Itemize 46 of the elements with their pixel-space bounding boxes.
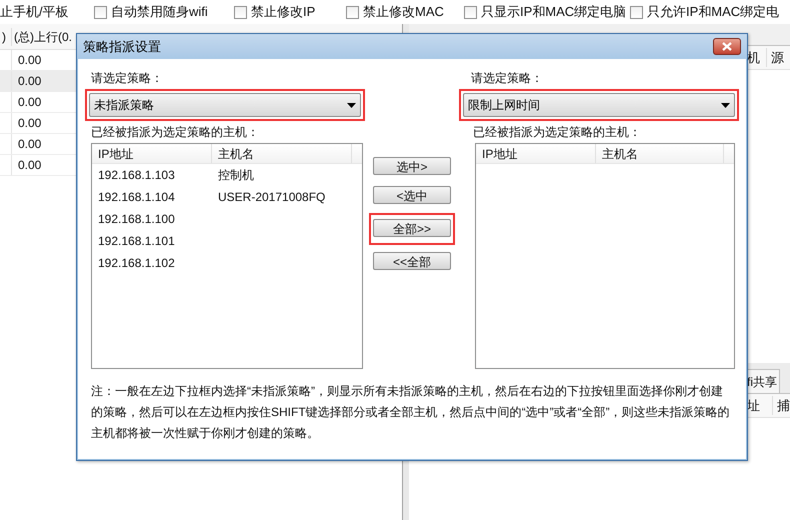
checkbox-label: 禁止修改IP xyxy=(251,3,316,22)
transfer-button[interactable]: 选中> xyxy=(373,157,451,175)
table-cell-text: 0.00 xyxy=(17,115,42,132)
transfer-button[interactable]: <选中 xyxy=(373,186,451,204)
checkbox-label: 自动禁用随身wifi xyxy=(111,3,208,22)
column-header[interactable]: 主机名 xyxy=(212,144,352,163)
checkbox-label: 只允许IP和MAC绑定电 xyxy=(647,3,780,22)
column-header[interactable]: IP地址 xyxy=(476,144,596,163)
checkbox[interactable] xyxy=(346,6,359,18)
table-cell-text: 0.00 xyxy=(17,136,42,153)
checkbox-label: 只显示IP和MAC绑定电脑 xyxy=(481,3,626,22)
note-text: 注：一般在左边下拉框内选择“未指派策略”，则显示所有未指派策略的主机，然后在右边的下拉按钮里面选择你刚才创建的策略，然后可以在左边框内按住SHIFT键选择部分或者全部主机，然后点中间的“选中”或者“全部”，则这些未指派策略的主机都将被一次性赋于你刚才创建的策略。 xyxy=(90,383,731,442)
column-header[interactable]: IP地址 xyxy=(92,144,212,163)
column-header[interactable]: (总)上行(0. xyxy=(12,28,72,46)
table-cell-text: 0.00 xyxy=(17,94,42,111)
window-title: 策略指派设置 xyxy=(83,38,161,56)
host-row[interactable]: 192.168.1.100 xyxy=(92,208,362,230)
list-label: 已经被指派为选定策略的主机： xyxy=(472,124,642,141)
transfer-button[interactable]: 全部>> xyxy=(373,219,451,237)
checkbox[interactable] xyxy=(630,6,643,18)
close-icon xyxy=(722,42,732,51)
column-header[interactable]: 主机名 xyxy=(596,144,724,163)
list-label: 已经被指派为选定策略的主机： xyxy=(90,124,260,141)
dropdown-arrow-icon xyxy=(721,102,730,108)
column-header[interactable]: 源 xyxy=(767,48,784,68)
transfer-button[interactable]: <<全部 xyxy=(373,252,451,270)
strategy-label: 请选定策略： xyxy=(90,70,164,87)
host-row[interactable]: 192.168.1.103 控制机 xyxy=(92,164,362,186)
host-row[interactable]: 192.168.1.104 USER-20171008FQ xyxy=(92,186,362,208)
table-cell-text: 0.00 xyxy=(17,73,42,90)
strategy-label: 请选定策略： xyxy=(470,70,544,87)
table-cell-text: 0.00 xyxy=(17,52,42,69)
strategy-dropdown[interactable]: 限制上网时间 xyxy=(463,93,735,117)
checkbox[interactable] xyxy=(464,6,477,18)
checkbox[interactable] xyxy=(234,6,247,18)
strategy-dropdown[interactable]: 未指派策略 xyxy=(89,93,361,117)
checkbox-label: 止手机/平板 xyxy=(0,3,70,22)
checkbox[interactable] xyxy=(94,6,107,18)
checkbox-label: 禁止修改MAC xyxy=(363,3,444,22)
column-header[interactable]: ) xyxy=(0,28,12,46)
close-button[interactable] xyxy=(713,38,741,55)
table-cell-text: 0.00 xyxy=(17,157,42,174)
host-row[interactable]: 192.168.1.101 xyxy=(92,230,362,252)
column-header[interactable]: 捕 xyxy=(773,396,790,416)
dropdown-arrow-icon xyxy=(347,102,356,108)
host-row[interactable]: 192.168.1.102 xyxy=(92,252,362,274)
